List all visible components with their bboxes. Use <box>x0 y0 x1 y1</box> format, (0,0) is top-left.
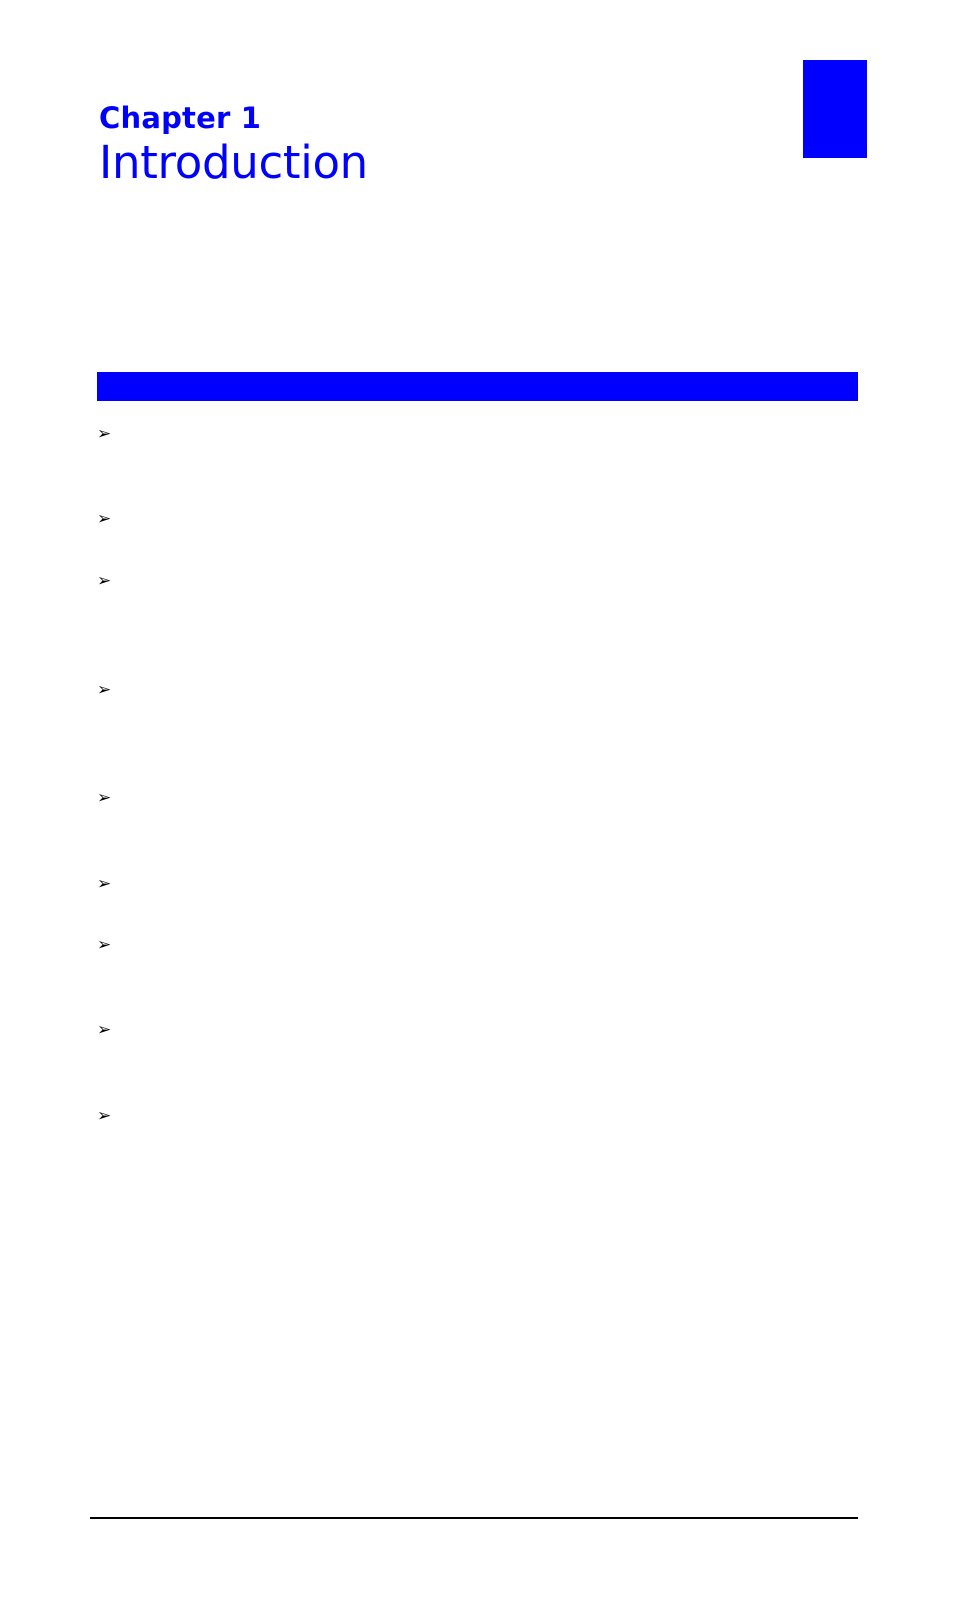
list-item-text <box>127 935 859 956</box>
list-item: ➢ <box>97 424 859 445</box>
list-item: ➢ <box>97 680 859 701</box>
footer-divider <box>90 1517 858 1519</box>
arrowhead-bullet-icon: ➢ <box>97 424 112 444</box>
feature-bullet-list: ➢ ➢ ➢ ➢ ➢ ➢ ➢ ➢ ➢ <box>0 0 954 1160</box>
list-item-text <box>127 874 859 895</box>
list-item: ➢ <box>97 1106 859 1127</box>
document-page: Chapter 1 Introduction ➢ ➢ ➢ ➢ ➢ ➢ ➢ ➢ ➢ <box>0 0 954 1610</box>
arrowhead-bullet-icon: ➢ <box>97 571 112 591</box>
list-item-text <box>127 680 859 701</box>
list-item: ➢ <box>97 571 859 592</box>
list-item: ➢ <box>97 874 859 895</box>
arrowhead-bullet-icon: ➢ <box>97 788 112 808</box>
list-item-text <box>127 788 859 809</box>
list-item-text <box>127 1106 859 1127</box>
list-item: ➢ <box>97 935 859 956</box>
arrowhead-bullet-icon: ➢ <box>97 935 112 955</box>
list-item: ➢ <box>97 788 859 809</box>
list-item-text <box>127 1020 859 1041</box>
list-item-text <box>127 424 859 445</box>
list-item: ➢ <box>97 1020 859 1041</box>
list-item-text <box>127 509 859 530</box>
list-item-text <box>127 571 859 592</box>
arrowhead-bullet-icon: ➢ <box>97 1020 112 1040</box>
arrowhead-bullet-icon: ➢ <box>97 509 112 529</box>
arrowhead-bullet-icon: ➢ <box>97 680 112 700</box>
list-item: ➢ <box>97 509 859 530</box>
arrowhead-bullet-icon: ➢ <box>97 1106 112 1126</box>
arrowhead-bullet-icon: ➢ <box>97 874 112 894</box>
